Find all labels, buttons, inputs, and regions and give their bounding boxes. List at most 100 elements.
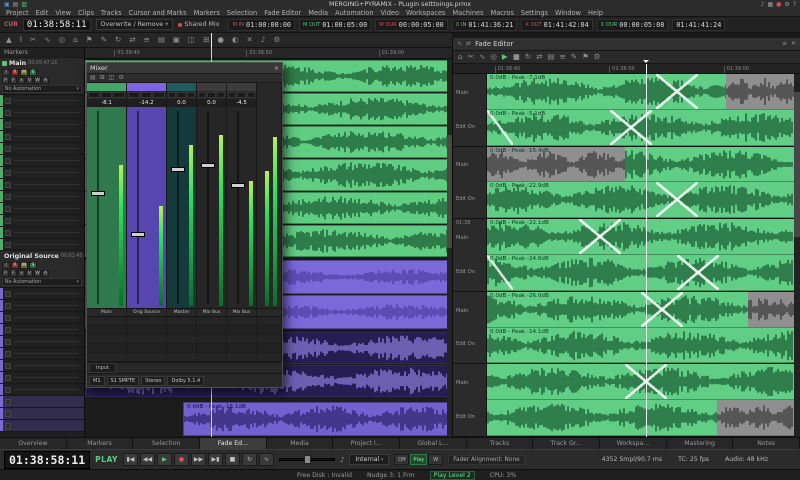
collapsed-track-row[interactable] <box>0 348 84 360</box>
track-m-button[interactable]: M <box>20 69 28 76</box>
track-s-button[interactable]: S <box>29 69 37 76</box>
menu-item-settings[interactable]: Settings <box>521 9 548 17</box>
track-mini-button[interactable] <box>5 387 11 393</box>
app-icon[interactable]: ▣ <box>4 2 10 8</box>
track-x-button[interactable]: x <box>18 270 25 277</box>
routing-cell[interactable] <box>127 353 167 361</box>
menu-item-clips[interactable]: Clips <box>78 9 94 17</box>
collapsed-track-row[interactable] <box>0 360 84 372</box>
fade-editor-ruler[interactable]: 01:38:4001:38:5001:39:00 <box>453 64 800 74</box>
routing-cell[interactable] <box>167 344 197 352</box>
track-m-button[interactable]: M <box>20 262 28 269</box>
track-mini-button[interactable] <box>5 122 11 128</box>
strip-button[interactable] <box>113 92 125 98</box>
track-i-button[interactable]: I <box>2 262 10 269</box>
track-mini-button[interactable] <box>5 170 11 176</box>
track-p-button[interactable]: P <box>2 77 9 84</box>
table-view-icon[interactable]: ▣ <box>173 36 180 44</box>
scrollbar-thumb[interactable] <box>794 92 800 237</box>
mixer-strip-3[interactable]: 0.0 <box>167 83 197 308</box>
track-r-button[interactable]: R <box>11 69 19 76</box>
fade-edit-icon[interactable]: ✎ <box>571 53 577 61</box>
play-level-status[interactable]: Play Level 2 <box>430 471 475 480</box>
chase-w-button[interactable]: W <box>428 454 443 465</box>
home-view-icon[interactable]: ⌂ <box>73 36 78 44</box>
strip-button[interactable] <box>153 92 165 98</box>
nudge-status[interactable]: Nudge 3: 1 Frm <box>367 472 415 479</box>
strip-button[interactable] <box>237 92 245 98</box>
menu-item-machines[interactable]: Machines <box>452 9 483 17</box>
track-mini-button[interactable] <box>5 363 11 369</box>
track-mini-button[interactable] <box>5 411 11 417</box>
fast-forward-button[interactable]: ▶▶ <box>191 453 206 466</box>
fade-flag-icon[interactable]: ⚑ <box>582 53 589 61</box>
fade-loop-icon[interactable]: ↻ <box>525 53 531 61</box>
track-mini-button[interactable] <box>5 351 11 357</box>
routing-cell[interactable] <box>227 335 257 343</box>
mixer-view-icon[interactable]: ◫ <box>109 75 115 81</box>
fade-tool-icon[interactable]: ∿ <box>44 36 50 44</box>
strip-button[interactable] <box>141 92 153 98</box>
routing-cell[interactable] <box>127 317 167 325</box>
menu-item-cursor-and-marks[interactable]: Cursor and Marks <box>129 9 187 17</box>
mixer-settings-icon[interactable]: ⚙ <box>118 75 123 81</box>
record-dot-icon[interactable]: ● <box>217 36 224 44</box>
fade-row-edit-status[interactable]: Edit On <box>456 196 483 202</box>
collapsed-track-row[interactable] <box>0 420 84 432</box>
fade-lane[interactable]: 0.0dB - Peak -24.6dB <box>487 255 794 291</box>
collapsed-track-row[interactable] <box>0 107 84 119</box>
tab-selection[interactable]: Selection <box>133 438 200 449</box>
fade-lane[interactable]: 0.0dB - Peak -14.1dB <box>487 328 794 364</box>
collapsed-track-row[interactable] <box>0 324 84 336</box>
dual-view-icon[interactable]: ◫ <box>188 36 195 44</box>
contrast-icon[interactable]: ◐ <box>232 36 239 44</box>
track-mini-button[interactable] <box>5 182 11 188</box>
close-tool-icon[interactable]: ✕ <box>247 36 253 44</box>
routing-cell[interactable] <box>197 317 227 325</box>
mixer-strip-5[interactable]: -4.5 <box>227 83 257 308</box>
shuttle-slider[interactable] <box>279 453 335 466</box>
track-v-button[interactable]: V <box>26 77 33 84</box>
routing-cell[interactable] <box>197 326 227 334</box>
track-mini-button[interactable] <box>5 206 11 212</box>
tab-fade-ed-[interactable]: Fade Ed... <box>200 438 267 449</box>
fade-row-edit-status[interactable]: Edit On <box>456 341 483 347</box>
collapsed-track-row[interactable] <box>0 119 84 131</box>
slider-thumb[interactable] <box>304 455 311 464</box>
fade-lane[interactable] <box>487 364 794 400</box>
collapsed-track-row[interactable] <box>0 300 84 312</box>
strip-button[interactable] <box>198 92 206 98</box>
track-x-button[interactable]: x <box>18 77 25 84</box>
routing-cell[interactable] <box>87 326 127 334</box>
monitor-icon[interactable]: ▦ <box>768 2 774 8</box>
fade-home-icon[interactable]: ⌂ <box>458 53 463 61</box>
collapsed-track-row[interactable] <box>0 155 84 167</box>
sync-source-select[interactable]: Internal <box>349 454 389 465</box>
chase-play-button[interactable]: Play <box>410 454 427 465</box>
collapsed-track-row[interactable] <box>0 227 84 239</box>
collapsed-track-row[interactable] <box>0 239 84 251</box>
collapsed-track-row[interactable] <box>0 312 84 324</box>
fade-play-button[interactable]: ▶ <box>502 53 508 61</box>
strip-button[interactable] <box>187 92 195 98</box>
collapsed-track-row[interactable] <box>0 372 84 384</box>
arrange-scrollbar[interactable] <box>447 59 452 437</box>
project-icon[interactable]: ▤ <box>13 2 19 8</box>
routing-cell[interactable] <box>257 326 282 334</box>
strip-button[interactable] <box>101 92 113 98</box>
routing-cell[interactable] <box>257 344 282 352</box>
mixer-route-icon[interactable]: ⊞ <box>100 75 105 81</box>
markers-track-row[interactable]: Markers <box>0 48 84 58</box>
routing-cell[interactable] <box>127 344 167 352</box>
routing-cell[interactable] <box>197 353 227 361</box>
menu-item-media[interactable]: Media <box>308 9 328 17</box>
tab-mastering[interactable]: Mastering <box>667 438 734 449</box>
menu-item-edit[interactable]: Edit <box>36 9 49 17</box>
settings-icon[interactable]: ⚙ <box>784 2 789 8</box>
track-a-button[interactable]: A <box>42 77 49 84</box>
strip-button[interactable] <box>217 92 225 98</box>
strip-button[interactable] <box>177 92 185 98</box>
bus-label[interactable]: M1 <box>89 376 105 386</box>
fade-row-edit-status[interactable]: Edit On <box>456 414 483 420</box>
fader-thumb[interactable] <box>171 167 185 172</box>
